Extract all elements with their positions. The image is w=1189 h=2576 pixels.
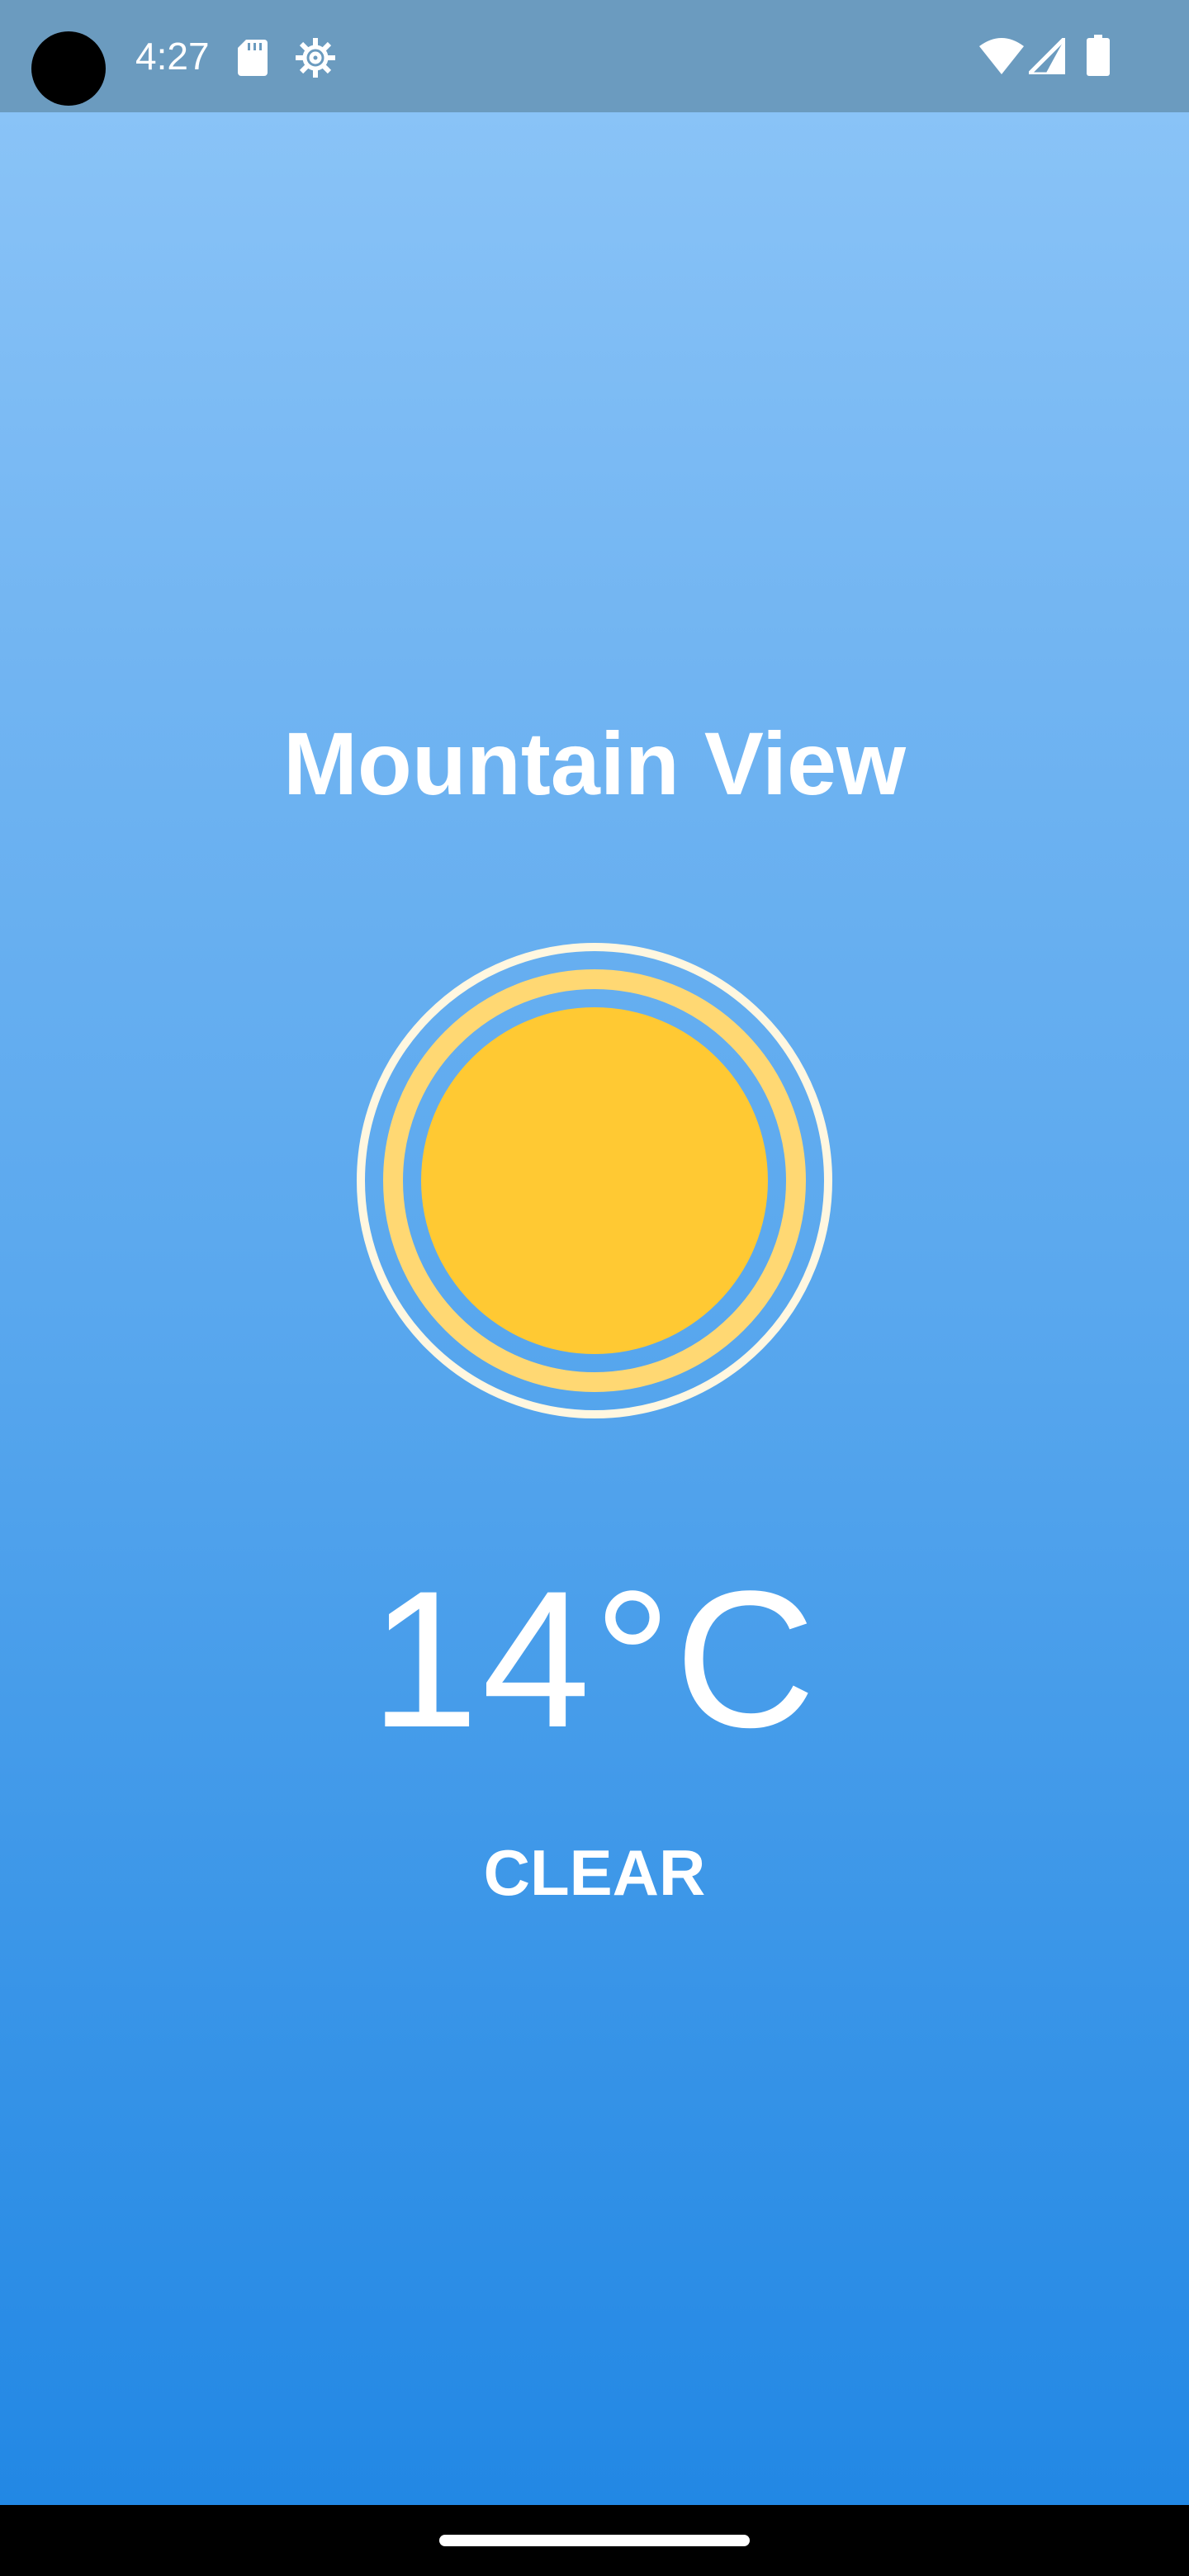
home-gesture-handle[interactable] [439, 2535, 750, 2546]
cell-signal-icon [1029, 38, 1065, 74]
sun-icon [357, 943, 832, 1418]
status-bar: 4:27 [0, 0, 1189, 112]
city-name: Mountain View [282, 713, 907, 813]
settings-gear-icon [296, 38, 335, 78]
sd-card-icon [238, 40, 268, 76]
temperature-value: 14°C [370, 1551, 819, 1769]
weather-condition: CLEAR [483, 1836, 706, 1909]
camera-cutout [31, 31, 106, 106]
status-time: 4:27 [135, 35, 210, 78]
weather-screen: 4:27 Mountain View 14°C CLEAR [0, 0, 1189, 2576]
wifi-icon [979, 38, 1024, 74]
battery-icon [1087, 35, 1110, 76]
